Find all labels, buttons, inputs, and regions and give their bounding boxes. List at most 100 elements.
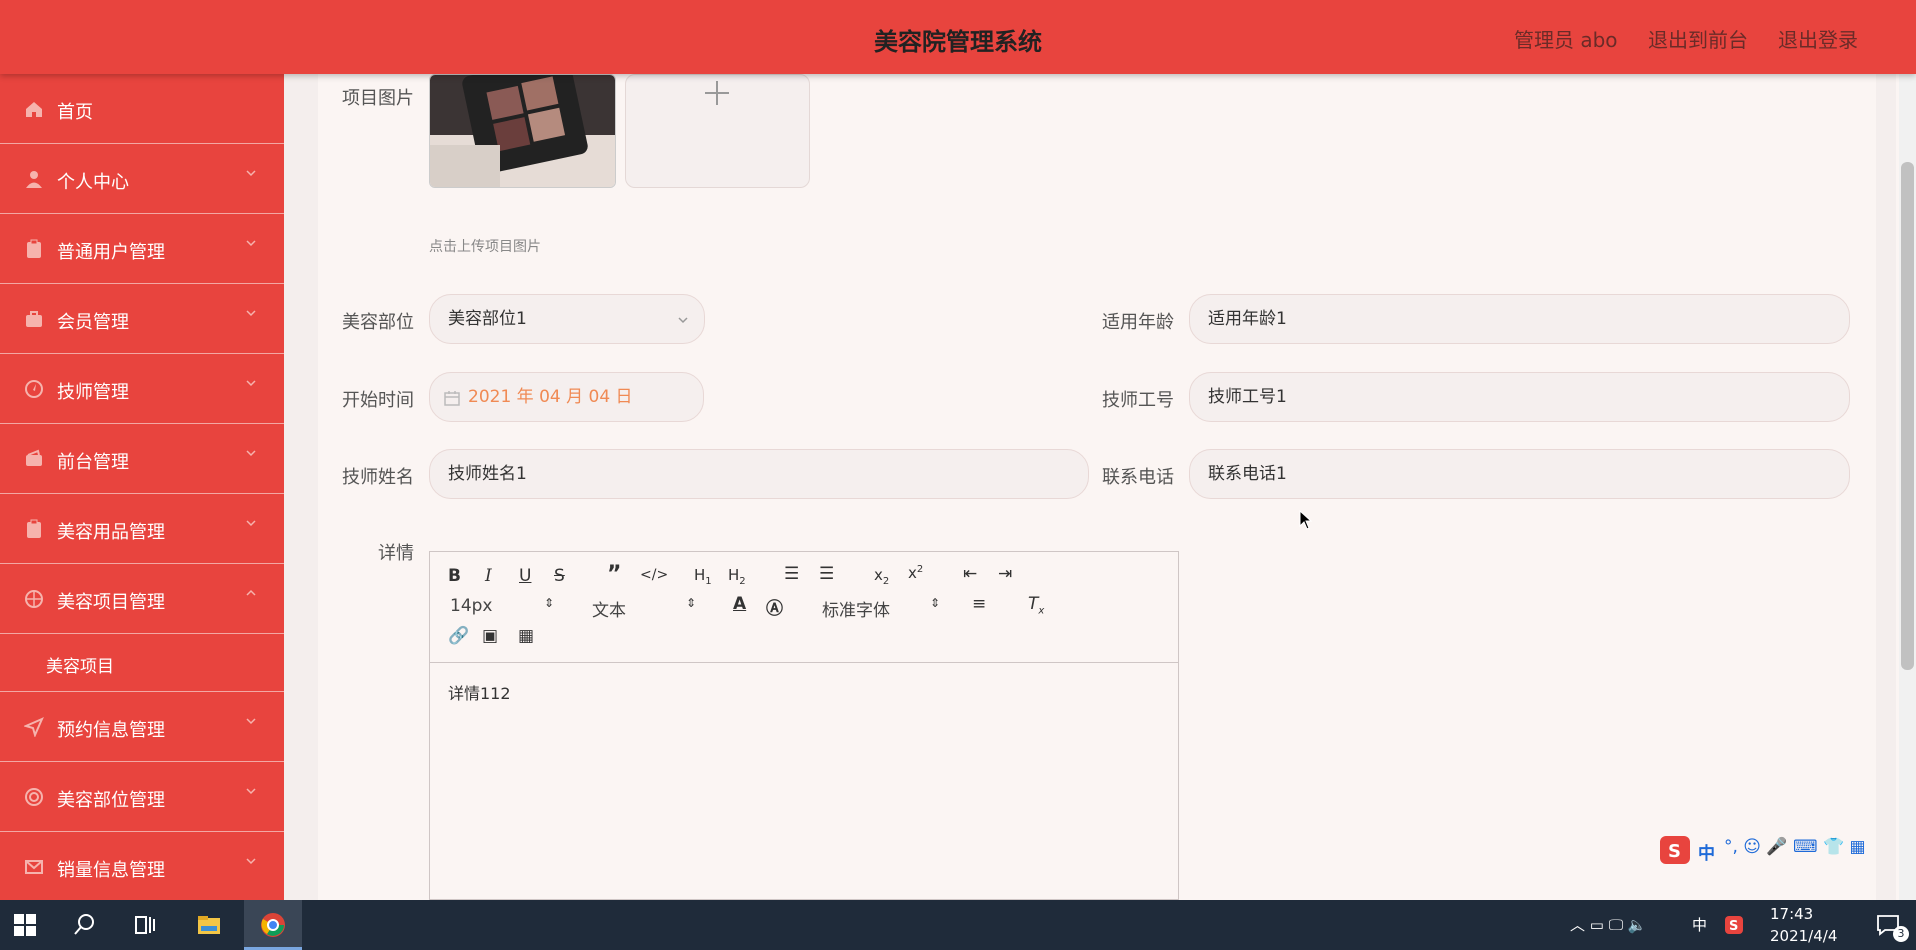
sidebar-subitem-projects[interactable]: 美容项目 xyxy=(0,634,284,692)
sidebar-item-members[interactable]: 会员管理 xyxy=(0,284,284,354)
sidebar-item-supplies[interactable]: 美容用品管理 xyxy=(0,494,284,564)
sidebar-item-label: 预约信息管理 xyxy=(57,720,165,741)
ime-toolbar: S 中 °, ☺ 🎤 ⌨ 👕 ▦ xyxy=(1660,834,1910,866)
strikethrough-icon[interactable]: S xyxy=(554,566,565,586)
italic-icon[interactable]: I xyxy=(485,566,492,586)
sidebar-item-projects[interactable]: 美容项目管理 xyxy=(0,564,284,634)
clear-format-icon[interactable]: Tx xyxy=(1028,594,1044,616)
top-header: 美容院管理系统 管理员 abo 退出到前台 退出登录 xyxy=(0,0,1916,74)
align-icon[interactable]: ≡ xyxy=(972,594,986,614)
tech-id-label: 技师工号 xyxy=(1102,390,1174,411)
sidebar-item-technicians[interactable]: 技师管理 xyxy=(0,354,284,424)
sidebar-item-label: 销量信息管理 xyxy=(57,860,165,881)
background-color-icon[interactable]: Ⓐ xyxy=(766,594,783,619)
font-family-select[interactable]: 标准字体 xyxy=(822,596,890,621)
chevron-down-icon xyxy=(246,520,256,527)
wallet-icon xyxy=(26,449,42,466)
tray-icons[interactable]: ︿ ▭ 🖵 🔈 xyxy=(1570,914,1647,935)
sort-arrows-icon: ⇕ xyxy=(544,596,555,610)
bullet-list-icon[interactable]: ☰ xyxy=(819,564,834,584)
sidebar-item-label: 个人中心 xyxy=(57,172,129,193)
phone-input[interactable]: 联系电话1 xyxy=(1189,449,1850,499)
chrome-icon xyxy=(261,913,285,937)
calendar-icon xyxy=(444,391,460,406)
sidebar-item-home[interactable]: 首页 xyxy=(0,74,284,144)
heading2-icon[interactable]: H2 xyxy=(728,566,746,587)
app-title: 美容院管理系统 xyxy=(874,28,1042,56)
compass-icon xyxy=(25,380,43,398)
chevron-down-icon xyxy=(246,788,256,795)
outdent-icon[interactable]: ⇤ xyxy=(963,564,977,584)
chevron-down-icon xyxy=(678,317,688,324)
sidebar-item-body-parts[interactable]: 美容部位管理 xyxy=(0,762,284,832)
sidebar-item-label: 首页 xyxy=(57,102,93,123)
clock-time[interactable]: 17:43 xyxy=(1770,905,1813,923)
sidebar-item-sales[interactable]: 销量信息管理 xyxy=(0,832,284,900)
image-label: 项目图片 xyxy=(342,88,414,109)
bold-icon[interactable]: B xyxy=(448,566,461,586)
ime-mode[interactable]: 中 xyxy=(1698,839,1715,864)
editor-content[interactable]: 详情112 xyxy=(448,680,511,704)
task-view-icon[interactable] xyxy=(132,912,158,938)
sogou-tray-icon[interactable]: S xyxy=(1724,915,1744,935)
sidebar-item-appointments[interactable]: 预约信息管理 xyxy=(0,692,284,762)
image-icon[interactable]: ▣ xyxy=(482,626,498,646)
windows-taskbar: ︿ ▭ 🖵 🔈 中 S 17:43 2021/4/4 3 xyxy=(0,900,1916,950)
sidebar-item-label: 美容项目管理 xyxy=(57,592,165,613)
search-icon[interactable] xyxy=(72,912,98,938)
age-label: 适用年龄 xyxy=(1102,312,1174,333)
chevron-down-icon xyxy=(246,718,256,725)
chevron-down-icon xyxy=(246,858,256,865)
chevron-down-icon xyxy=(246,240,256,247)
send-icon xyxy=(24,717,44,737)
heading1-icon[interactable]: H1 xyxy=(694,566,712,587)
clock-date[interactable]: 2021/4/4 xyxy=(1770,927,1837,945)
ime-tool-icons[interactable]: °, ☺ 🎤 ⌨ 👕 ▦ xyxy=(1724,837,1866,857)
svg-text:S: S xyxy=(1729,919,1738,934)
sidebar-item-label: 美容部位管理 xyxy=(57,790,165,811)
editor-toolbar: B I U S ” </> H1 H2 ☰ ☰ x2 x2 ⇤ ⇥ 14px ⇕… xyxy=(430,552,1178,663)
logout-link[interactable]: 退出登录 xyxy=(1778,24,1858,53)
subscript-icon[interactable]: x2 xyxy=(874,566,889,587)
link-icon[interactable]: 🔗 xyxy=(448,626,469,646)
project-image-thumbnail[interactable] xyxy=(429,74,616,188)
start-date-picker[interactable]: 2021 年 04 月 04 日 xyxy=(429,372,704,422)
superscript-icon[interactable]: x2 xyxy=(908,564,923,582)
chevron-down-icon xyxy=(246,380,256,387)
ordered-list-icon[interactable]: ☰ xyxy=(784,564,799,584)
sidebar-subitem-label: 美容项目 xyxy=(46,657,114,677)
scrollbar-thumb[interactable] xyxy=(1901,162,1914,670)
part-select[interactable]: 美容部位1 xyxy=(429,294,705,344)
tray-ime-indicator[interactable]: 中 xyxy=(1692,914,1707,935)
code-block-icon[interactable]: </> xyxy=(640,567,668,583)
add-image-button[interactable] xyxy=(625,74,810,188)
clipboard-icon xyxy=(27,519,41,538)
sidebar-item-profile[interactable]: 个人中心 xyxy=(0,144,284,214)
back-to-front-link[interactable]: 退出到前台 xyxy=(1648,24,1748,53)
tech-id-input[interactable]: 技师工号1 xyxy=(1189,372,1850,422)
chevron-down-icon xyxy=(246,170,256,177)
chrome-taskbar-button[interactable] xyxy=(244,900,302,950)
blockquote-icon[interactable]: ” xyxy=(607,562,621,587)
page-scrollbar[interactable] xyxy=(1899,74,1916,900)
current-user: 管理员 abo xyxy=(1514,28,1618,52)
text-style-select[interactable]: 文本 xyxy=(592,596,626,621)
underline-icon[interactable]: U xyxy=(519,566,531,586)
tech-name-input[interactable]: 技师姓名1 xyxy=(429,449,1089,499)
video-icon[interactable]: ▦ xyxy=(518,626,534,646)
file-explorer-icon[interactable] xyxy=(196,912,222,938)
svg-text:S: S xyxy=(1668,841,1681,862)
font-color-icon[interactable]: A xyxy=(733,594,746,614)
windows-start-icon[interactable] xyxy=(12,912,38,938)
age-input[interactable]: 适用年龄1 xyxy=(1189,294,1850,344)
phone-label: 联系电话 xyxy=(1102,467,1174,488)
font-size-select[interactable]: 14px xyxy=(450,596,492,616)
briefcase-icon xyxy=(26,311,42,327)
tech-name-label: 技师姓名 xyxy=(342,467,414,488)
sidebar-item-users[interactable]: 普通用户管理 xyxy=(0,214,284,284)
rich-text-editor: B I U S ” </> H1 H2 ☰ ☰ x2 x2 ⇤ ⇥ 14px ⇕… xyxy=(429,551,1179,900)
sidebar-item-reception[interactable]: 前台管理 xyxy=(0,424,284,494)
part-label: 美容部位 xyxy=(342,312,414,333)
indent-icon[interactable]: ⇥ xyxy=(998,564,1012,584)
chevron-down-icon xyxy=(246,310,256,317)
